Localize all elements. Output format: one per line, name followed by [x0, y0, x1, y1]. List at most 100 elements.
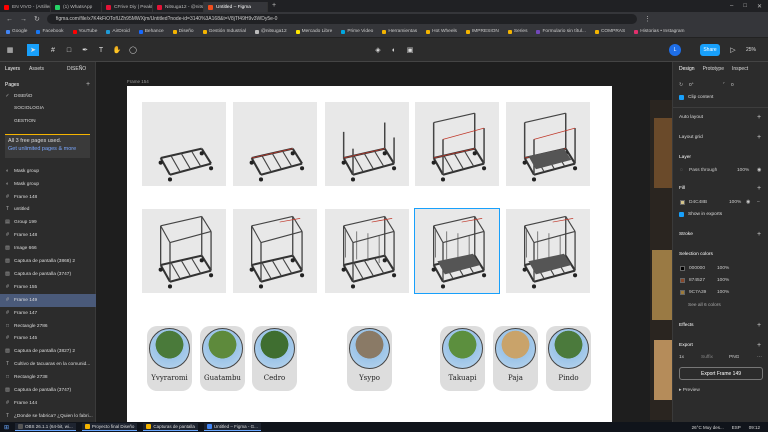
export-format[interactable]: PNG	[729, 355, 739, 360]
reload-icon[interactable]: ↻	[34, 15, 40, 23]
hand-tool-icon[interactable]: ✋	[112, 45, 122, 55]
layer-item[interactable]: ▨ Captura de pantalla (3747)	[0, 384, 96, 397]
structure-render[interactable]	[233, 209, 317, 293]
windows-start-icon[interactable]: ⊞	[4, 424, 9, 431]
browser-tab[interactable]: Untitled – Figma	[204, 2, 268, 12]
layer-item[interactable]: # Frame 144	[0, 397, 96, 410]
bookmark-item[interactable]: Hot Wheels	[426, 29, 457, 34]
layer-item[interactable]: □ Rectangle 2738	[0, 371, 96, 384]
layer-item[interactable]: Tuntitled	[0, 204, 96, 217]
tab-layers[interactable]: Layers	[5, 66, 20, 72]
selection-color-hex[interactable]: 000000	[689, 266, 705, 271]
add-layout-grid-icon[interactable]: +	[757, 134, 761, 141]
layer-item[interactable]: # Frame 155	[0, 281, 96, 294]
maximize-icon[interactable]: □	[743, 3, 747, 9]
selection-color-swatch[interactable]	[680, 278, 685, 283]
layer-item[interactable]: ▨ Captura de pantalla (3827) 2	[0, 346, 96, 359]
layer-item[interactable]: ▨ Captura de pantalla (3868) 2	[0, 255, 96, 268]
layer-item[interactable]: T Cultivo de tacuaras en la comunid...	[0, 359, 96, 372]
component-icon[interactable]: ◈	[373, 45, 383, 55]
layer-item[interactable]: ▨ Captura de pantalla (3747)	[0, 268, 96, 281]
structure-render[interactable]	[506, 209, 590, 293]
add-auto-layout-icon[interactable]: +	[757, 114, 761, 121]
fill-hex[interactable]: D4C48B	[689, 200, 707, 205]
layer-item[interactable]: □ Rectangle 2786	[0, 320, 96, 333]
bookmark-item[interactable]: Gestión Industrial	[202, 29, 246, 34]
bookmark-item[interactable]: Prime Video	[341, 29, 373, 34]
page-item[interactable]: SOCIOLOGIA	[0, 103, 96, 116]
comment-tool-icon[interactable]: ◯	[128, 45, 138, 55]
structure-render[interactable]	[142, 209, 226, 293]
structure-render[interactable]	[325, 102, 409, 186]
language-indicator[interactable]: ESP	[732, 425, 741, 430]
present-icon[interactable]: ▷	[728, 45, 738, 55]
layer-item[interactable]: ▨ Image 666	[0, 242, 96, 255]
add-page-icon[interactable]: +	[86, 81, 90, 88]
new-tab-icon[interactable]: +	[268, 2, 280, 12]
user-avatar[interactable]: L	[669, 44, 681, 56]
wood-card[interactable]: Guatambu	[200, 326, 245, 391]
url-field[interactable]: figma.com/file/x7K4kFiOTofUZh95MWXjm/Unt…	[46, 14, 637, 24]
fill-opacity[interactable]: 100%	[729, 200, 741, 205]
structure-render[interactable]	[142, 102, 226, 186]
bookmark-item[interactable]: Facebook	[36, 29, 64, 34]
text-tool-icon[interactable]: T	[96, 45, 106, 55]
design-frame[interactable]: Yvyraromi Guatambu Cedro Ysypo Takuapi Paja Pi…	[127, 86, 612, 422]
bookmark-item[interactable]: COMPRAS	[594, 29, 625, 34]
layer-item[interactable]: ◐ Mask group	[0, 165, 96, 178]
weather-status[interactable]: 26°C Muy des...	[692, 425, 724, 430]
bookmark-item[interactable]: Historias • Instagram	[634, 29, 685, 34]
layer-item[interactable]: ▤ Group 199	[0, 217, 96, 230]
bookmark-item[interactable]: Formulario sin títul...	[536, 29, 586, 34]
page-item[interactable]: GESTION	[0, 115, 96, 128]
selection-color-opacity[interactable]: 100%	[717, 266, 729, 271]
page-item[interactable]: ✓ DISEÑO	[0, 90, 96, 103]
tab-inspect[interactable]: Inspect	[732, 66, 748, 72]
share-button[interactable]: Share	[700, 44, 720, 56]
preview-toggle[interactable]: ▸ Preview	[679, 388, 700, 393]
figma-canvas[interactable]: Frame 154 Yvyraromi Guatambu Cedro Ysypo Tak…	[96, 62, 672, 422]
page-selector[interactable]: DISEÑO	[67, 66, 86, 72]
rotation-value[interactable]: 0°	[689, 83, 694, 88]
clip-content-checkbox[interactable]	[679, 95, 684, 100]
forward-icon[interactable]: →	[20, 16, 27, 23]
shape-tool-icon[interactable]: □	[64, 45, 74, 55]
taskbar-app[interactable]: Proyecto final Diseño	[81, 423, 138, 431]
bookmark-item[interactable]: Diseño	[172, 29, 194, 34]
move-tool-icon[interactable]: ➤	[27, 44, 39, 56]
add-fill-icon[interactable]: +	[757, 185, 761, 192]
selection-color-opacity[interactable]: 100%	[717, 278, 729, 283]
selection-color-hex[interactable]: 874527	[689, 278, 705, 283]
zoom-level[interactable]: 25%	[746, 47, 756, 53]
bookmark-item[interactable]: @nitsuga12	[254, 29, 287, 34]
fill-visibility-icon[interactable]: ◉	[746, 200, 750, 205]
visibility-icon[interactable]: ◉	[757, 168, 761, 173]
bookmark-item[interactable]: IMPRESION	[465, 29, 499, 34]
tab-assets[interactable]: Assets	[29, 66, 44, 72]
tab-prototype[interactable]: Prototype	[703, 66, 724, 72]
bookmark-item[interactable]: Herramientas	[382, 29, 417, 34]
export-suffix[interactable]: Suffix	[701, 355, 713, 360]
wood-card[interactable]: Cedro	[252, 326, 297, 391]
browser-tab[interactable]: EN VIVO - (Artillery HOT	[0, 2, 51, 12]
extensions-icon[interactable]: ⋮	[644, 15, 651, 23]
add-export-icon[interactable]: +	[757, 342, 761, 349]
bookmark-item[interactable]: Google	[6, 29, 27, 34]
pen-tool-icon[interactable]: ✒	[80, 45, 90, 55]
wood-card[interactable]: Yvyraromi	[147, 326, 192, 391]
bookmark-item[interactable]: AirDroid	[106, 29, 130, 34]
bookmark-item[interactable]: YouTube	[72, 29, 97, 34]
fill-swatch[interactable]	[680, 200, 685, 205]
boolean-icon[interactable]: ▣	[405, 45, 415, 55]
clock[interactable]: 09:12	[749, 425, 760, 430]
blend-mode[interactable]: Pass through	[689, 168, 717, 173]
back-icon[interactable]: ←	[6, 16, 13, 23]
add-stroke-icon[interactable]: +	[757, 231, 761, 238]
see-all-colors-link[interactable]: See all 6 colors	[688, 303, 721, 308]
structure-render[interactable]	[415, 102, 499, 186]
structure-render[interactable]	[414, 208, 500, 294]
wood-card[interactable]: Pindo	[546, 326, 591, 391]
structure-render[interactable]	[325, 209, 409, 293]
taskbar-app[interactable]: OBS 26.1.1 (64-bit, wi...	[15, 423, 76, 431]
selection-color-swatch[interactable]	[680, 266, 685, 271]
